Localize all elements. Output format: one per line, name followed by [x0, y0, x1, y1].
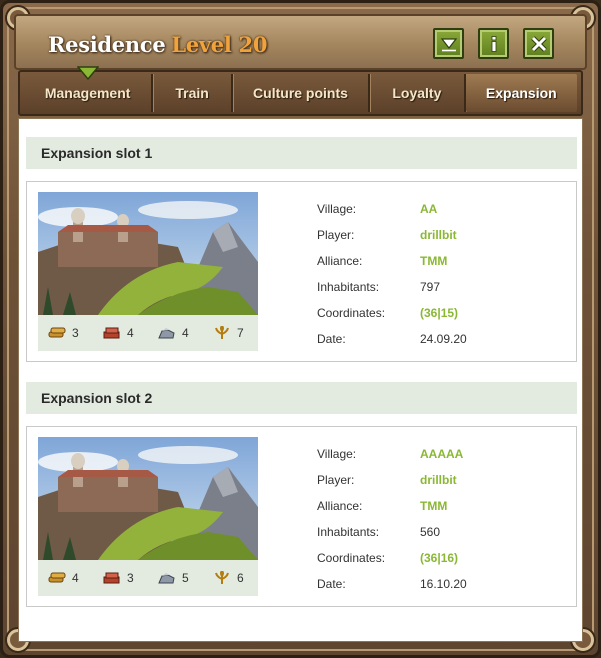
clay-cost: 4	[93, 326, 148, 340]
label-coordinates: Coordinates:	[317, 551, 386, 565]
village-image	[38, 192, 258, 315]
info-button[interactable]	[478, 28, 509, 59]
iron-icon	[158, 573, 175, 584]
village-link[interactable]: AA	[420, 202, 437, 216]
label-village: Village:	[317, 202, 357, 216]
info-row-village: Village: AAAAA	[317, 441, 467, 467]
info-row-village: Village: AA	[317, 196, 467, 222]
slot-1-box: 3 4 4 7 Village: AA Player: drillbit Allia…	[26, 181, 577, 362]
active-tab-marker-icon	[77, 66, 99, 80]
wood-value: 3	[72, 326, 79, 340]
wood-value: 4	[72, 571, 79, 585]
iron-value: 4	[182, 326, 189, 340]
label-player: Player:	[317, 228, 355, 242]
clay-cost: 3	[93, 571, 148, 585]
slot-1-info: Village: AA Player: drillbit Alliance: TMM …	[317, 196, 467, 352]
info-row-date: Date: 24.09.20	[317, 326, 467, 352]
slot-1-header: Expansion slot 1	[26, 137, 577, 169]
expansion-panel: Expansion slot 1 3 4 4 7 Village: AA Pla…	[18, 118, 583, 642]
player-link[interactable]: drillbit	[420, 473, 457, 487]
tab-loyalty[interactable]: Loyalty	[370, 74, 466, 112]
crop-icon	[215, 571, 229, 584]
info-row-alliance: Alliance: TMM	[317, 493, 467, 519]
minimize-button[interactable]	[433, 28, 464, 59]
wood-cost: 3	[38, 326, 93, 340]
info-row-date: Date: 16.10.20	[317, 571, 467, 597]
coordinates-link[interactable]: (36|16)	[420, 551, 458, 565]
wood-icon	[48, 572, 66, 583]
resource-cost-row: 3 4 4 7	[38, 315, 258, 351]
tab-train[interactable]: Train	[153, 74, 233, 112]
clay-icon	[103, 327, 120, 339]
iron-cost: 5	[148, 571, 203, 585]
tab-expansion[interactable]: Expansion	[465, 74, 577, 112]
date-value: 16.10.20	[420, 577, 467, 591]
title-bar: Residence Level 20	[14, 14, 587, 70]
info-row-inhabitants: Inhabitants: 560	[317, 519, 467, 545]
window-title: Residence Level 20	[48, 32, 267, 57]
crop-cost: 6	[203, 571, 258, 585]
title-building: Residence	[48, 32, 166, 57]
crop-icon	[215, 326, 229, 339]
slot-2-info: Village: AAAAA Player: drillbit Alliance: T…	[317, 441, 467, 597]
label-village: Village:	[317, 447, 357, 461]
inhabitants-value: 560	[420, 525, 441, 539]
label-date: Date:	[317, 577, 346, 591]
slot-2-box: 4 3 5 6 Village: AAAAA Player: drillbit Al…	[26, 426, 577, 607]
close-icon	[530, 35, 547, 52]
chevron-down-icon	[440, 37, 457, 51]
info-row-coordinates: Coordinates: (36|16)	[317, 545, 467, 571]
label-player: Player:	[317, 473, 355, 487]
clay-value: 3	[127, 571, 134, 585]
inhabitants-value: 797	[420, 280, 441, 294]
wood-icon	[48, 327, 66, 338]
label-alliance: Alliance:	[317, 499, 363, 513]
info-row-alliance: Alliance: TMM	[317, 248, 467, 274]
title-level: Level 20	[171, 32, 268, 57]
label-coordinates: Coordinates:	[317, 306, 386, 320]
slot-2-header: Expansion slot 2	[26, 382, 577, 414]
coordinates-link[interactable]: (36|15)	[420, 306, 458, 320]
info-row-inhabitants: Inhabitants: 797	[317, 274, 467, 300]
iron-icon	[158, 328, 175, 339]
village-image	[38, 437, 258, 560]
player-link[interactable]: drillbit	[420, 228, 457, 242]
village-link[interactable]: AAAAA	[420, 447, 463, 461]
crop-value: 6	[237, 571, 244, 585]
alliance-link[interactable]: TMM	[420, 254, 447, 268]
crop-cost: 7	[203, 326, 258, 340]
crop-value: 7	[237, 326, 244, 340]
info-row-player: Player: drillbit	[317, 467, 467, 493]
info-row-coordinates: Coordinates: (36|15)	[317, 300, 467, 326]
clay-value: 4	[127, 326, 134, 340]
tab-culture-points[interactable]: Culture points	[233, 74, 371, 112]
tab-bar: Management Train Culture points Loyalty …	[18, 70, 583, 116]
label-inhabitants: Inhabitants:	[317, 525, 380, 539]
close-button[interactable]	[523, 28, 554, 59]
label-inhabitants: Inhabitants:	[317, 280, 380, 294]
clay-icon	[103, 572, 120, 584]
info-row-player: Player: drillbit	[317, 222, 467, 248]
info-icon	[491, 35, 496, 52]
iron-value: 5	[182, 571, 189, 585]
label-alliance: Alliance:	[317, 254, 363, 268]
wood-cost: 4	[38, 571, 93, 585]
iron-cost: 4	[148, 326, 203, 340]
label-date: Date:	[317, 332, 346, 346]
resource-cost-row: 4 3 5 6	[38, 560, 258, 596]
alliance-link[interactable]: TMM	[420, 499, 447, 513]
date-value: 24.09.20	[420, 332, 467, 346]
